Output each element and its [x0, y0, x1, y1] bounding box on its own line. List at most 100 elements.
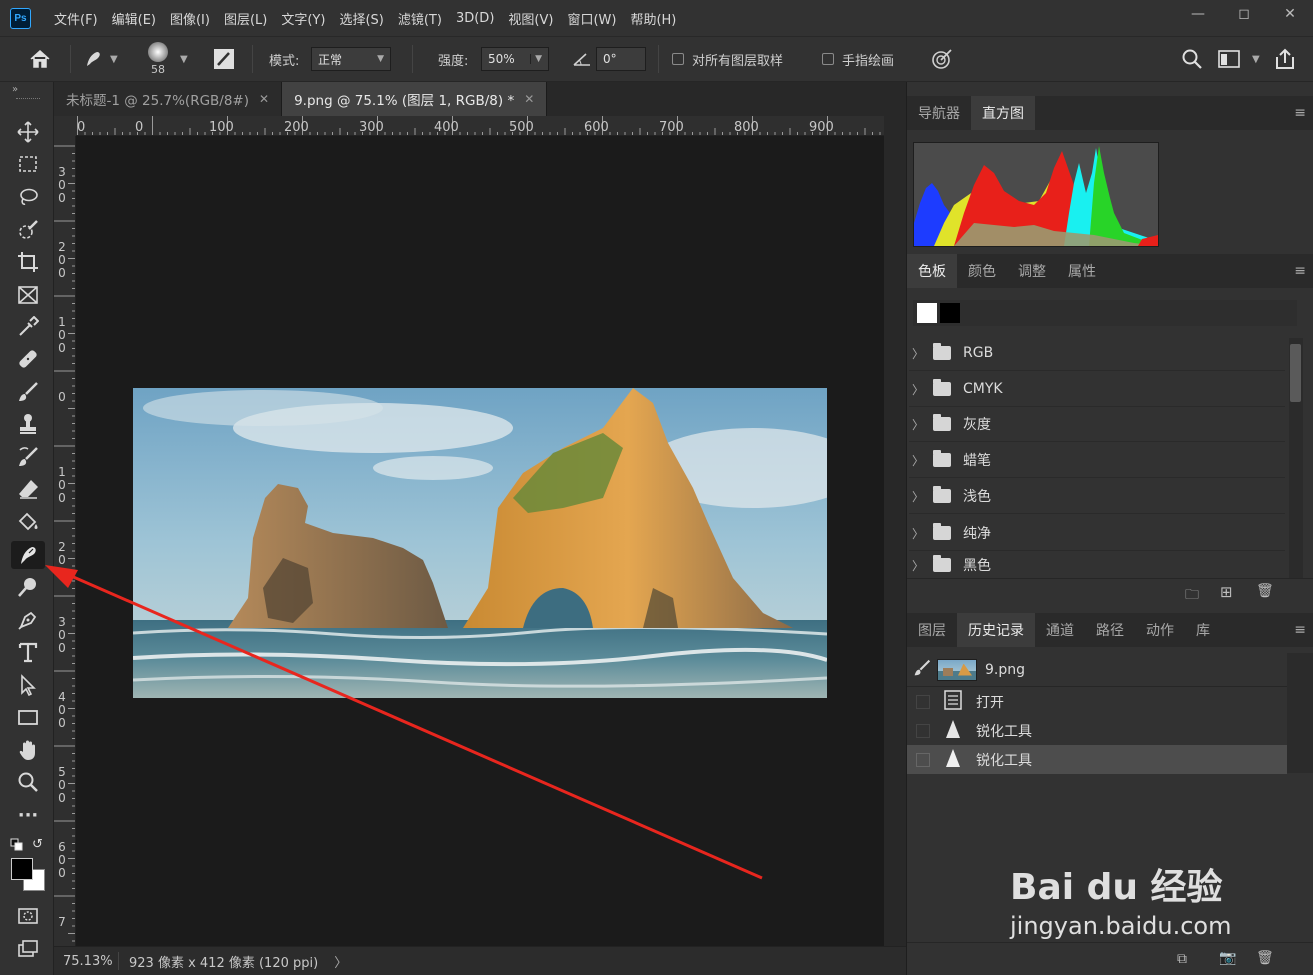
lasso-tool-icon[interactable]	[11, 183, 45, 211]
new-group-folder-icon[interactable]: 🗀	[1185, 584, 1199, 608]
history-source-checkbox[interactable]	[916, 723, 930, 738]
swap-colors-icon[interactable]: ↺	[32, 837, 43, 852]
frame-tool-icon[interactable]	[11, 281, 45, 309]
history-step[interactable]: 锐化工具	[907, 716, 1287, 745]
more-tools-icon[interactable]: ···	[11, 801, 45, 829]
angle-input[interactable]: 0°	[596, 47, 646, 71]
tab-history[interactable]: 历史记录	[957, 613, 1035, 647]
history-source-checkbox[interactable]	[916, 694, 930, 709]
swatch-black[interactable]	[940, 303, 960, 323]
panel-menu-icon[interactable]: ≡	[1294, 263, 1306, 279]
menu-help[interactable]: 帮助(H)	[623, 9, 683, 28]
maximize-icon[interactable]: ◻	[1221, 0, 1267, 28]
strength-input[interactable]: 50% ▼	[481, 47, 549, 71]
swatch-group-light[interactable]: 〉 浅色	[909, 479, 1285, 514]
history-scrollbar[interactable]	[1287, 653, 1313, 773]
swatches-scrollbar[interactable]	[1289, 338, 1303, 578]
tab-actions[interactable]: 动作	[1135, 613, 1185, 647]
scrollbar-thumb[interactable]	[1290, 344, 1301, 402]
swatch-group-rgb[interactable]: 〉 RGB	[909, 336, 1285, 371]
brush-settings-icon[interactable]	[212, 37, 236, 81]
close-icon[interactable]: ✕	[1267, 0, 1313, 28]
type-tool-icon[interactable]	[11, 638, 45, 666]
tab-color[interactable]: 颜色	[957, 254, 1007, 288]
history-snapshot[interactable]: 9.png	[907, 653, 1287, 687]
screen-mode-icon[interactable]	[11, 935, 45, 963]
new-document-from-state-icon[interactable]: ⧉	[1177, 951, 1187, 967]
smudge-tool-preset-icon[interactable]: ▼	[82, 37, 118, 81]
delete-icon[interactable]: 🗑	[1256, 583, 1274, 599]
history-step[interactable]: 打开	[907, 687, 1287, 716]
history-brush-tool-icon[interactable]	[11, 443, 45, 471]
menu-edit[interactable]: 编辑(E)	[105, 9, 163, 28]
chevron-down-icon[interactable]: ▼	[180, 37, 188, 81]
brush-tool-icon[interactable]	[11, 378, 45, 406]
hand-tool-icon[interactable]	[11, 736, 45, 764]
menu-window[interactable]: 窗口(W)	[560, 9, 623, 28]
rectangle-tool-icon[interactable]	[11, 703, 45, 731]
vertical-ruler[interactable]: 300 200 100 0 100 200 300 400 500 600 7	[54, 136, 76, 946]
pen-tool-icon[interactable]	[11, 606, 45, 634]
menu-layer[interactable]: 图层(L)	[217, 9, 274, 28]
swatch-group-pure[interactable]: 〉 纯净	[909, 516, 1285, 551]
camera-icon[interactable]: 📷	[1219, 950, 1236, 966]
document-tab[interactable]: 未标题-1 @ 25.7%(RGB/8#) ✕	[54, 82, 283, 116]
menu-file[interactable]: 文件(F)	[47, 9, 105, 28]
menu-image[interactable]: 图像(I)	[163, 9, 217, 28]
tab-libraries[interactable]: 库	[1185, 613, 1221, 647]
default-colors-icon[interactable]	[10, 838, 24, 856]
tab-swatches[interactable]: 色板	[907, 254, 957, 288]
brush-size-picker[interactable]: 58	[148, 37, 168, 81]
eraser-tool-icon[interactable]	[11, 475, 45, 503]
close-tab-icon[interactable]: ✕	[259, 92, 269, 106]
tab-properties[interactable]: 属性	[1057, 254, 1107, 288]
new-swatch-icon[interactable]: ⊞	[1220, 583, 1233, 601]
quick-mask-icon[interactable]	[11, 902, 45, 930]
menu-select[interactable]: 选择(S)	[332, 9, 390, 28]
marquee-tool-icon[interactable]	[11, 150, 45, 178]
path-selection-tool-icon[interactable]	[11, 671, 45, 699]
minimize-icon[interactable]: —	[1175, 0, 1221, 28]
dodge-tool-icon[interactable]	[11, 573, 45, 601]
panel-menu-icon[interactable]: ≡	[1294, 105, 1306, 121]
chevron-right-icon[interactable]: 〉	[334, 952, 347, 971]
smudge-tool-icon[interactable]	[11, 541, 45, 569]
horizontal-ruler[interactable]: 0 0 100 200 300 400 500 600 700 800 900	[76, 116, 884, 136]
home-icon[interactable]	[28, 37, 52, 81]
tab-channels[interactable]: 通道	[1035, 613, 1085, 647]
tab-paths[interactable]: 路径	[1085, 613, 1135, 647]
history-step-selected[interactable]: 锐化工具	[907, 745, 1287, 774]
swatch-group-cmyk[interactable]: 〉 CMYK	[909, 372, 1285, 407]
menu-view[interactable]: 视图(V)	[501, 9, 560, 28]
collapse-toolbar-icon[interactable]: »	[12, 84, 18, 95]
menu-filter[interactable]: 滤镜(T)	[391, 9, 449, 28]
menu-3d[interactable]: 3D(D)	[449, 11, 501, 26]
history-brush-source-icon[interactable]	[913, 659, 931, 681]
zoom-tool-icon[interactable]	[11, 768, 45, 796]
toolbar-grip[interactable]	[16, 98, 40, 100]
swatch-group-pastel[interactable]: 〉 蜡笔	[909, 443, 1285, 478]
tab-histogram[interactable]: 直方图	[971, 96, 1035, 130]
mode-select[interactable]: 正常 ▼	[311, 47, 391, 71]
zoom-level[interactable]: 75.13%	[54, 954, 118, 969]
quick-selection-tool-icon[interactable]	[11, 216, 45, 244]
ruler-origin[interactable]	[54, 116, 76, 136]
crop-tool-icon[interactable]	[11, 248, 45, 276]
document-tab-active[interactable]: 9.png @ 75.1% (图层 1, RGB/8) * ✕	[282, 82, 548, 116]
search-icon[interactable]	[1181, 37, 1203, 81]
panel-menu-icon[interactable]: ≡	[1294, 622, 1306, 638]
tab-adjustments[interactable]: 调整	[1007, 254, 1057, 288]
pressure-icon[interactable]	[930, 37, 954, 81]
sample-all-layers-checkbox[interactable]: 对所有图层取样	[672, 37, 783, 81]
foreground-color-swatch[interactable]	[11, 858, 33, 880]
history-source-checkbox[interactable]	[916, 752, 930, 767]
workspace-icon[interactable]: ▼	[1218, 37, 1260, 81]
tab-navigator[interactable]: 导航器	[907, 96, 971, 130]
eyedropper-tool-icon[interactable]	[11, 313, 45, 341]
document-image[interactable]	[133, 388, 827, 698]
share-icon[interactable]	[1274, 37, 1296, 81]
healing-brush-tool-icon[interactable]	[11, 345, 45, 373]
move-tool-icon[interactable]	[11, 118, 45, 146]
finger-painting-checkbox[interactable]: 手指绘画	[822, 37, 894, 81]
paint-bucket-tool-icon[interactable]	[11, 508, 45, 536]
